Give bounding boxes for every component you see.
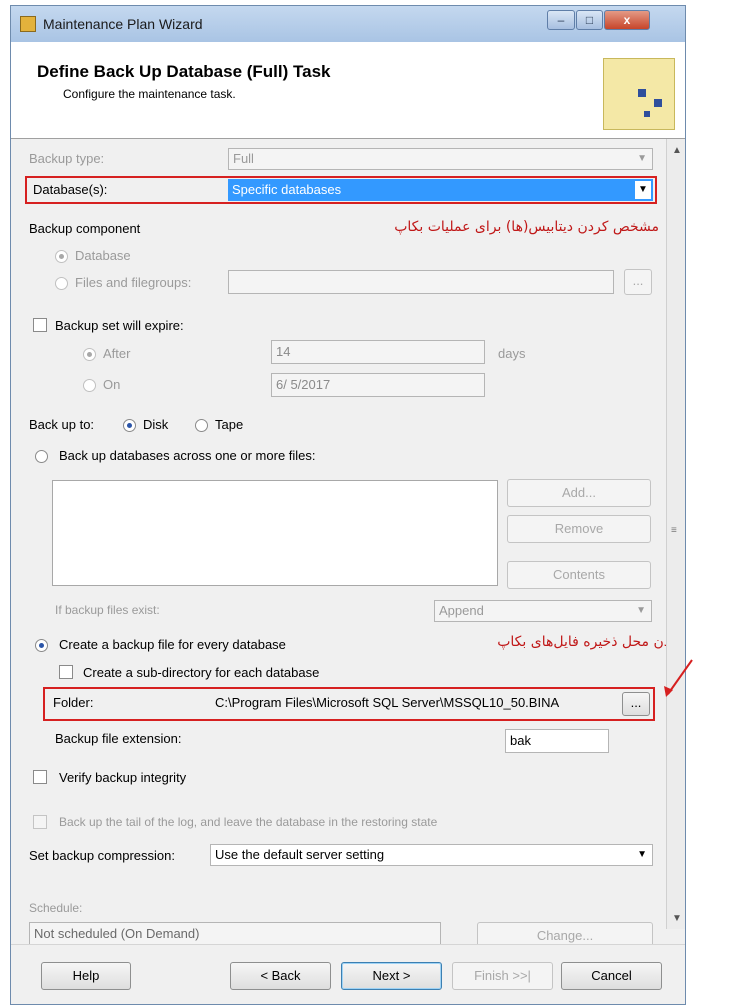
- page-subtitle: Configure the maintenance task.: [63, 87, 236, 101]
- component-database-label: Database: [75, 248, 131, 263]
- add-file-button[interactable]: Add...: [507, 479, 651, 507]
- next-button[interactable]: Next >: [341, 962, 442, 990]
- databases-select[interactable]: Specific databases ▼: [228, 179, 653, 201]
- if-exist-select[interactable]: Append ▼: [434, 600, 652, 622]
- chevron-down-icon: ▼: [637, 153, 647, 164]
- vertical-scrollbar[interactable]: ▲ ≡ ▼: [666, 139, 685, 929]
- compression-value: Use the default server setting: [215, 847, 385, 862]
- expire-date-picker[interactable]: 6/ 5/2017: [271, 373, 485, 397]
- days-label: days: [498, 346, 526, 361]
- tail-log-checkbox[interactable]: [33, 815, 47, 829]
- folder-path-field[interactable]: C:\Program Files\Microsoft SQL Server\MS…: [211, 692, 616, 716]
- folder-highlight-box: Folder: C:\Program Files\Microsoft SQL S…: [43, 687, 655, 721]
- folder-browse-button[interactable]: ...: [622, 692, 650, 716]
- scroll-grip-icon[interactable]: ≡: [671, 525, 677, 536]
- expire-days-value: 14: [276, 344, 291, 359]
- wizard-footer: Help < Back Next > Finish >>| Cancel: [11, 944, 685, 1004]
- if-exist-label: If backup files exist:: [55, 603, 160, 617]
- extension-value: bak: [510, 733, 531, 748]
- expire-days-field[interactable]: 14: [271, 340, 485, 364]
- create-file-per-db-label: Create a backup file for every database: [59, 637, 286, 652]
- expire-date-value: 6/ 5/2017: [276, 377, 331, 392]
- page-title: Define Back Up Database (Full) Task: [37, 62, 331, 81]
- backup-to-disk-radio[interactable]: [123, 419, 136, 432]
- finish-button[interactable]: Finish >>|: [452, 962, 553, 990]
- expire-after-label: After: [103, 346, 131, 361]
- backup-set-expire-checkbox[interactable]: [33, 318, 47, 332]
- help-button[interactable]: Help: [41, 962, 131, 990]
- chevron-down-icon: ▼: [636, 605, 646, 616]
- maximize-button[interactable]: □: [576, 10, 603, 30]
- remove-file-button[interactable]: Remove: [507, 515, 651, 543]
- scroll-down-icon[interactable]: ▼: [672, 913, 682, 924]
- verify-integrity-checkbox[interactable]: [33, 770, 47, 784]
- backup-type-value: Full: [233, 151, 254, 166]
- schedule-value: Not scheduled (On Demand): [34, 926, 200, 941]
- backup-across-files-label: Back up databases across one or more fil…: [59, 448, 316, 463]
- annotation-databases: مشخص کردن دیتابیس(ها) برای عملیات بکاپ: [394, 219, 659, 235]
- window-title: Maintenance Plan Wizard: [43, 16, 203, 32]
- backup-to-tape-radio[interactable]: [195, 419, 208, 432]
- wizard-banner-icon: [603, 58, 675, 130]
- tail-log-label: Back up the tail of the log, and leave t…: [59, 815, 438, 829]
- databases-label: Database(s):: [33, 182, 108, 197]
- folder-path-value: C:\Program Files\Microsoft SQL Server\MS…: [215, 695, 560, 710]
- extension-field[interactable]: bak: [505, 729, 609, 753]
- component-files-label: Files and filegroups:: [75, 275, 192, 290]
- backup-across-files-radio[interactable]: [35, 450, 48, 463]
- extension-label: Backup file extension:: [55, 731, 182, 746]
- component-database-radio[interactable]: [55, 250, 68, 263]
- expire-on-label: On: [103, 377, 121, 392]
- backup-to-label: Back up to:: [29, 417, 95, 432]
- backup-files-list[interactable]: [52, 480, 498, 586]
- folder-label: Folder:: [53, 695, 94, 710]
- databases-highlight-box: Database(s): Specific databases ▼: [25, 176, 657, 204]
- if-exist-value: Append: [439, 603, 484, 618]
- scroll-up-icon[interactable]: ▲: [672, 145, 682, 156]
- expire-after-radio[interactable]: [83, 348, 96, 361]
- schedule-field[interactable]: Not scheduled (On Demand): [29, 922, 441, 946]
- maintenance-plan-wizard-window: Maintenance Plan Wizard – □ x Define Bac…: [10, 5, 686, 1005]
- back-button[interactable]: < Back: [230, 962, 331, 990]
- task-options-panel: Backup type: Full ▼ Database(s): Specifi…: [11, 139, 685, 950]
- compression-label: Set backup compression:: [29, 848, 175, 863]
- backup-set-expire-label: Backup set will expire:: [55, 318, 184, 333]
- chevron-down-icon: ▼: [637, 849, 647, 860]
- contents-button[interactable]: Contents: [507, 561, 651, 589]
- create-file-per-db-radio[interactable]: [35, 639, 48, 652]
- filegroups-field[interactable]: [228, 270, 614, 294]
- subdirectory-checkbox[interactable]: [59, 665, 73, 679]
- app-icon: [20, 16, 36, 32]
- schedule-label: Schedule:: [29, 901, 83, 915]
- minimize-button[interactable]: –: [547, 10, 575, 30]
- wizard-header: Define Back Up Database (Full) Task Conf…: [11, 42, 685, 139]
- backup-type-select[interactable]: Full ▼: [228, 148, 653, 170]
- chevron-down-icon: ▼: [635, 181, 651, 199]
- backup-to-disk-label: Disk: [143, 417, 169, 432]
- component-files-radio[interactable]: [55, 277, 68, 290]
- backup-component-label: Backup component: [29, 221, 141, 236]
- close-button[interactable]: x: [604, 10, 650, 30]
- subdirectory-label: Create a sub-directory for each database: [83, 665, 320, 680]
- databases-value: Specific databases: [232, 182, 342, 197]
- compression-select[interactable]: Use the default server setting ▼: [210, 844, 653, 866]
- filegroups-browse-button[interactable]: ...: [624, 269, 652, 295]
- cancel-button[interactable]: Cancel: [561, 962, 662, 990]
- expire-on-radio[interactable]: [83, 379, 96, 392]
- annotation-folder: مشخص کردن محل ذخیره فایل‌های بکاپ: [497, 634, 685, 650]
- title-bar: Maintenance Plan Wizard – □ x: [11, 6, 685, 43]
- backup-type-label: Backup type:: [29, 151, 105, 166]
- backup-to-tape-label: Tape: [215, 417, 244, 432]
- verify-integrity-label: Verify backup integrity: [59, 770, 187, 785]
